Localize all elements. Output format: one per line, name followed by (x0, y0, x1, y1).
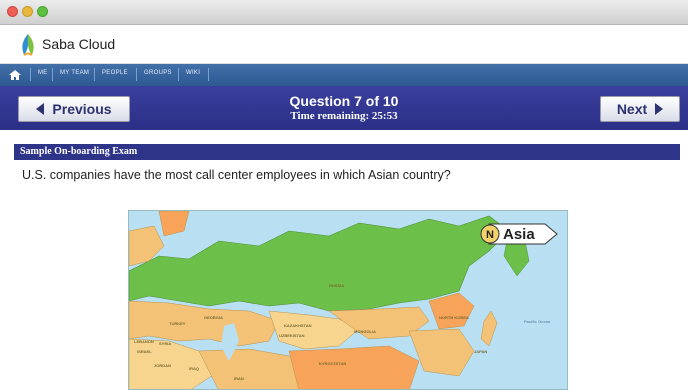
next-button[interactable]: Next (600, 96, 680, 122)
map-label: JAPAN (474, 349, 488, 354)
map-label: TURKEY (169, 321, 186, 326)
map-label: GEORGIA (204, 315, 223, 320)
next-label: Next (616, 101, 648, 117)
exam-title-bar: Sample On-boarding Exam (14, 144, 680, 160)
nav-divider (52, 68, 53, 81)
nav-divider (178, 68, 179, 81)
asia-badge: N Asia (480, 223, 558, 245)
map-label: IRAN (234, 376, 244, 381)
nav-divider (136, 68, 137, 81)
nav-item-wiki[interactable]: WIKI (186, 70, 200, 76)
question-nav-bar: Previous Question 7 of 10 Time remaining… (0, 86, 688, 130)
compass-north-letter: N (486, 229, 494, 241)
app-header: Saba Cloud (0, 25, 688, 64)
map-label: Pacific Ocean (524, 319, 551, 324)
map-label: JORDAN (154, 363, 171, 368)
previous-button[interactable]: Previous (18, 96, 130, 122)
nav-divider (208, 68, 209, 81)
top-nav: ME MY TEAM PEOPLE GROUPS WIKI (0, 64, 688, 86)
map-label: KAZAKHSTAN (284, 323, 312, 328)
map-label: SYRIA (159, 341, 172, 346)
nav-item-me[interactable]: ME (38, 70, 48, 76)
map-label: KYRGYZSTAN (319, 361, 347, 366)
map-label: LEBANON (134, 339, 154, 344)
map-label: UZBEKISTAN (279, 333, 305, 338)
window-titlebar (0, 0, 688, 25)
map-label: ISRAEL (137, 349, 152, 354)
map-label: NORTH KOREA (439, 315, 469, 320)
minimize-window-button[interactable] (22, 6, 33, 17)
maximize-window-button[interactable] (37, 6, 48, 17)
question-counter: Question 7 of 10 (289, 93, 399, 109)
question-text: U.S. companies have the most call center… (22, 168, 451, 182)
previous-label: Previous (52, 101, 112, 117)
nav-item-my-team[interactable]: MY TEAM (60, 70, 89, 76)
chevron-left-icon (36, 103, 45, 115)
map-label: RUSSIA (329, 283, 345, 288)
asia-badge-label: Asia (503, 226, 535, 243)
home-icon[interactable] (8, 68, 22, 82)
question-content: Sample On-boarding Exam U.S. companies h… (0, 131, 688, 390)
time-remaining: Time remaining: 25:53 (290, 110, 398, 122)
nav-divider (94, 68, 95, 81)
map-label: IRAQ (189, 366, 199, 371)
app-name: Saba Cloud (42, 36, 116, 52)
asia-map-image: RUSSIA MONGOLIA KAZAKHSTAN UZBEKISTAN KY… (128, 210, 568, 390)
nav-item-groups[interactable]: GROUPS (144, 70, 172, 76)
nav-item-people[interactable]: PEOPLE (102, 70, 128, 76)
chevron-right-icon (655, 103, 664, 115)
saba-leaf-icon (22, 34, 34, 56)
nav-divider (30, 68, 31, 81)
map-label: MONGOLIA (354, 329, 376, 334)
close-window-button[interactable] (7, 6, 18, 17)
